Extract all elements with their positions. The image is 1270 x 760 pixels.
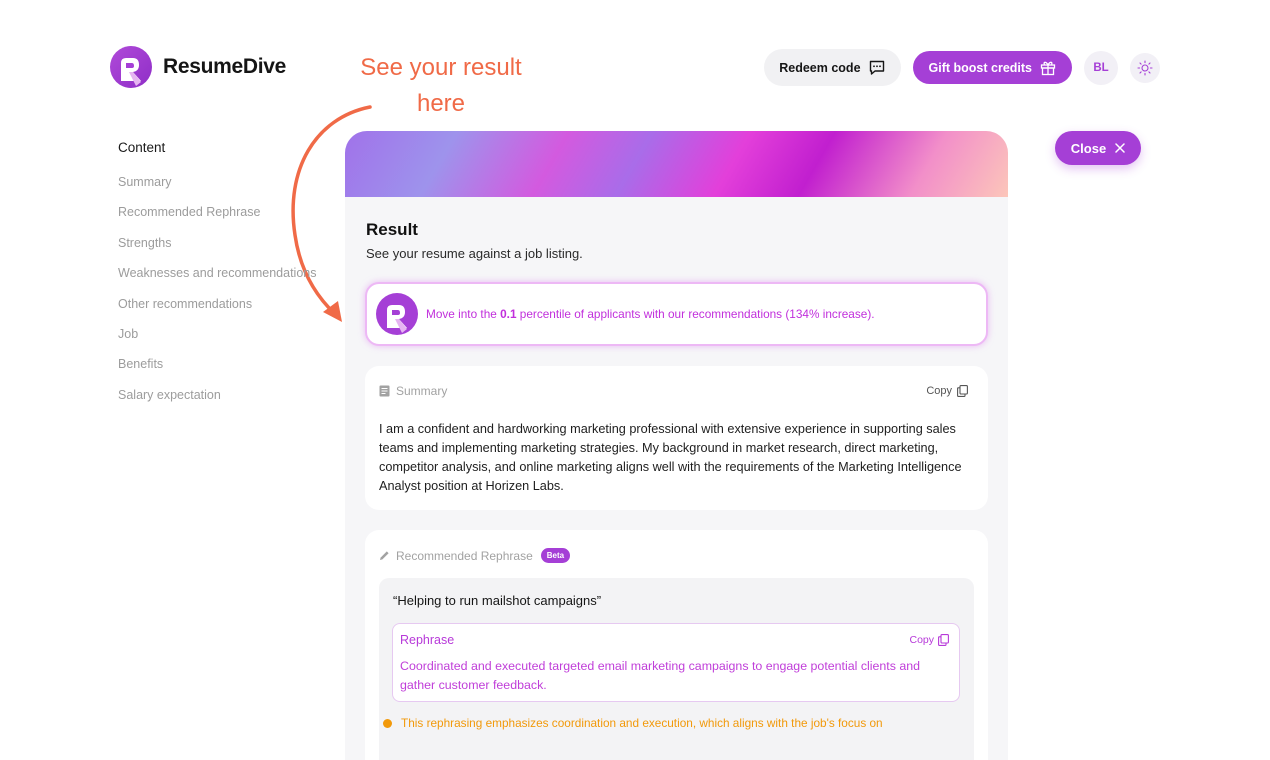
- rephrase-suggestion-box: Rephrase Copy Coordinated and executed t…: [392, 623, 960, 702]
- copy-icon: [938, 634, 949, 646]
- rephrase-note: This rephrasing emphasizes coordination …: [383, 716, 883, 730]
- content-sidebar: Content Summary Recommended Rephrase Str…: [118, 140, 328, 418]
- rephrase-copy-button[interactable]: Copy: [909, 634, 949, 646]
- close-button[interactable]: Close: [1055, 131, 1141, 165]
- logo[interactable]: ResumeDive: [110, 46, 286, 88]
- gift-icon: [1040, 61, 1056, 75]
- promo-text: Move into the 0.1 percentile of applican…: [426, 307, 875, 321]
- user-avatar[interactable]: BL: [1084, 50, 1118, 85]
- document-icon: [379, 385, 390, 397]
- rephrase-copy-label: Copy: [909, 634, 934, 646]
- result-panel: Result See your resume against a job lis…: [345, 131, 1008, 760]
- result-subtitle: See your resume against a job listing.: [366, 246, 583, 261]
- copy-icon: [957, 385, 968, 397]
- sidebar-item-summary[interactable]: Summary: [118, 175, 328, 205]
- result-title: Result: [366, 220, 418, 239]
- header-actions: Redeem code Gift boost credits BL: [764, 49, 1160, 86]
- rephrase-card: Recommended Rephrase Beta “Helping to ru…: [365, 530, 988, 760]
- rephrase-note-text: This rephrasing emphasizes coordination …: [401, 716, 883, 730]
- theme-toggle-button[interactable]: [1130, 52, 1160, 83]
- sun-icon: [1137, 59, 1153, 76]
- annotation-line-1: See your result: [360, 54, 522, 81]
- original-phrase: “Helping to run mailshot campaigns”: [393, 593, 602, 608]
- rephrase-text: Coordinated and executed targeted email …: [400, 659, 921, 692]
- sidebar-item-benefits[interactable]: Benefits: [118, 357, 328, 387]
- summary-copy-button[interactable]: Copy: [926, 385, 968, 397]
- rephrase-item: “Helping to run mailshot campaigns” Reph…: [379, 578, 974, 760]
- sidebar-item-strengths[interactable]: Strengths: [118, 236, 328, 266]
- promo-percentile: 0.1: [500, 307, 517, 321]
- message-icon: [869, 60, 884, 75]
- redeem-code-label: Redeem code: [779, 60, 861, 75]
- warning-dot-icon: [383, 718, 392, 728]
- promo-prefix: Move into the: [426, 307, 501, 321]
- promo-suffix: percentile of applicants with our recomm…: [516, 307, 875, 321]
- close-label: Close: [1070, 140, 1107, 156]
- summary-header: Summary: [379, 384, 447, 398]
- summary-text: I am a confident and hardworking marketi…: [379, 422, 962, 493]
- sidebar-item-weaknesses[interactable]: Weaknesses and recommendations: [118, 266, 328, 296]
- close-icon: [1115, 143, 1125, 153]
- sidebar-item-other-recommendations[interactable]: Other recommendations: [118, 297, 328, 327]
- app-name: ResumeDive: [163, 55, 287, 78]
- summary-copy-label: Copy: [926, 385, 952, 397]
- gradient-banner: [345, 131, 1008, 197]
- rephrase-box-label: Rephrase: [400, 633, 455, 647]
- sidebar-item-job[interactable]: Job: [118, 327, 328, 357]
- promo-banner: Move into the 0.1 percentile of applican…: [365, 282, 988, 346]
- avatar-initials: BL: [1093, 61, 1109, 74]
- resumedive-logo-icon: [110, 46, 152, 88]
- sidebar-item-recommended-rephrase[interactable]: Recommended Rephrase: [118, 205, 328, 235]
- summary-card: Summary Copy I am a confident and hardwo…: [365, 366, 988, 510]
- sidebar-item-salary-expectation[interactable]: Salary expectation: [118, 388, 328, 418]
- gift-boost-credits-button[interactable]: Gift boost credits: [912, 51, 1072, 84]
- gift-boost-credits-label: Gift boost credits: [928, 60, 1032, 75]
- resumedive-logo-icon: [376, 293, 418, 335]
- redeem-code-button[interactable]: Redeem code: [764, 49, 901, 86]
- rephrase-header: Recommended Rephrase Beta: [379, 548, 571, 563]
- beta-badge: Beta: [540, 548, 571, 563]
- pencil-icon: [380, 551, 389, 560]
- rephrase-label: Recommended Rephrase: [396, 548, 533, 563]
- summary-label: Summary: [396, 384, 448, 398]
- sidebar-title: Content: [118, 140, 166, 155]
